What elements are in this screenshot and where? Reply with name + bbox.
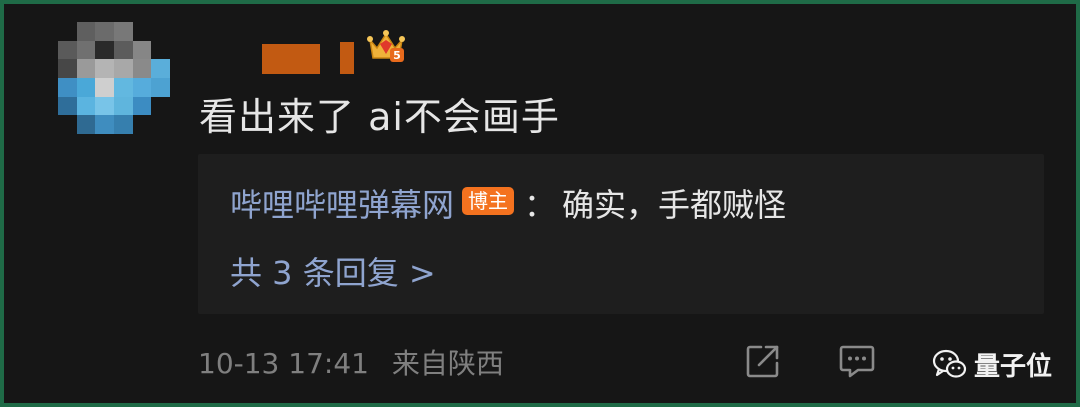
reply-line: 哔哩哔哩弹幕网 博主 ： 确实，手都贼怪 <box>230 180 786 226</box>
watermark: 量子位 <box>932 344 1052 384</box>
crown-level-icon: 5 <box>367 30 405 62</box>
svg-text:5: 5 <box>393 49 401 62</box>
comment-meta: 10-13 17:41 来自陕西 <box>198 342 504 382</box>
view-replies-link[interactable]: 共 3 条回复 > <box>230 248 436 294</box>
timestamp: 10-13 17:41 <box>198 347 369 380</box>
location: 来自陕西 <box>391 347 504 380</box>
share-icon[interactable] <box>744 342 782 380</box>
reply-author-link[interactable]: 哔哩哔哩弹幕网 <box>230 180 454 226</box>
reply-content: 确实，手都贼怪 <box>562 186 787 224</box>
comment-text: 看出来了 ai不会画手 <box>199 95 560 139</box>
wechat-icon <box>932 349 967 378</box>
avatar[interactable] <box>58 22 170 134</box>
reply-separator: ： <box>524 186 557 224</box>
comment-card: 5 看出来了 ai不会画手 哔哩哔哩弹幕网 博主 ： 确实，手都贼怪 共 3 条… <box>0 0 1080 407</box>
comment-icon[interactable] <box>838 342 876 380</box>
reply-preview[interactable]: 哔哩哔哩弹幕网 博主 ： 确实，手都贼怪 共 3 条回复 > <box>198 154 1044 314</box>
redaction-block <box>340 42 354 74</box>
redaction-block <box>262 44 320 74</box>
watermark-text: 量子位 <box>974 351 1053 382</box>
uploader-badge: 博主 <box>462 187 515 215</box>
